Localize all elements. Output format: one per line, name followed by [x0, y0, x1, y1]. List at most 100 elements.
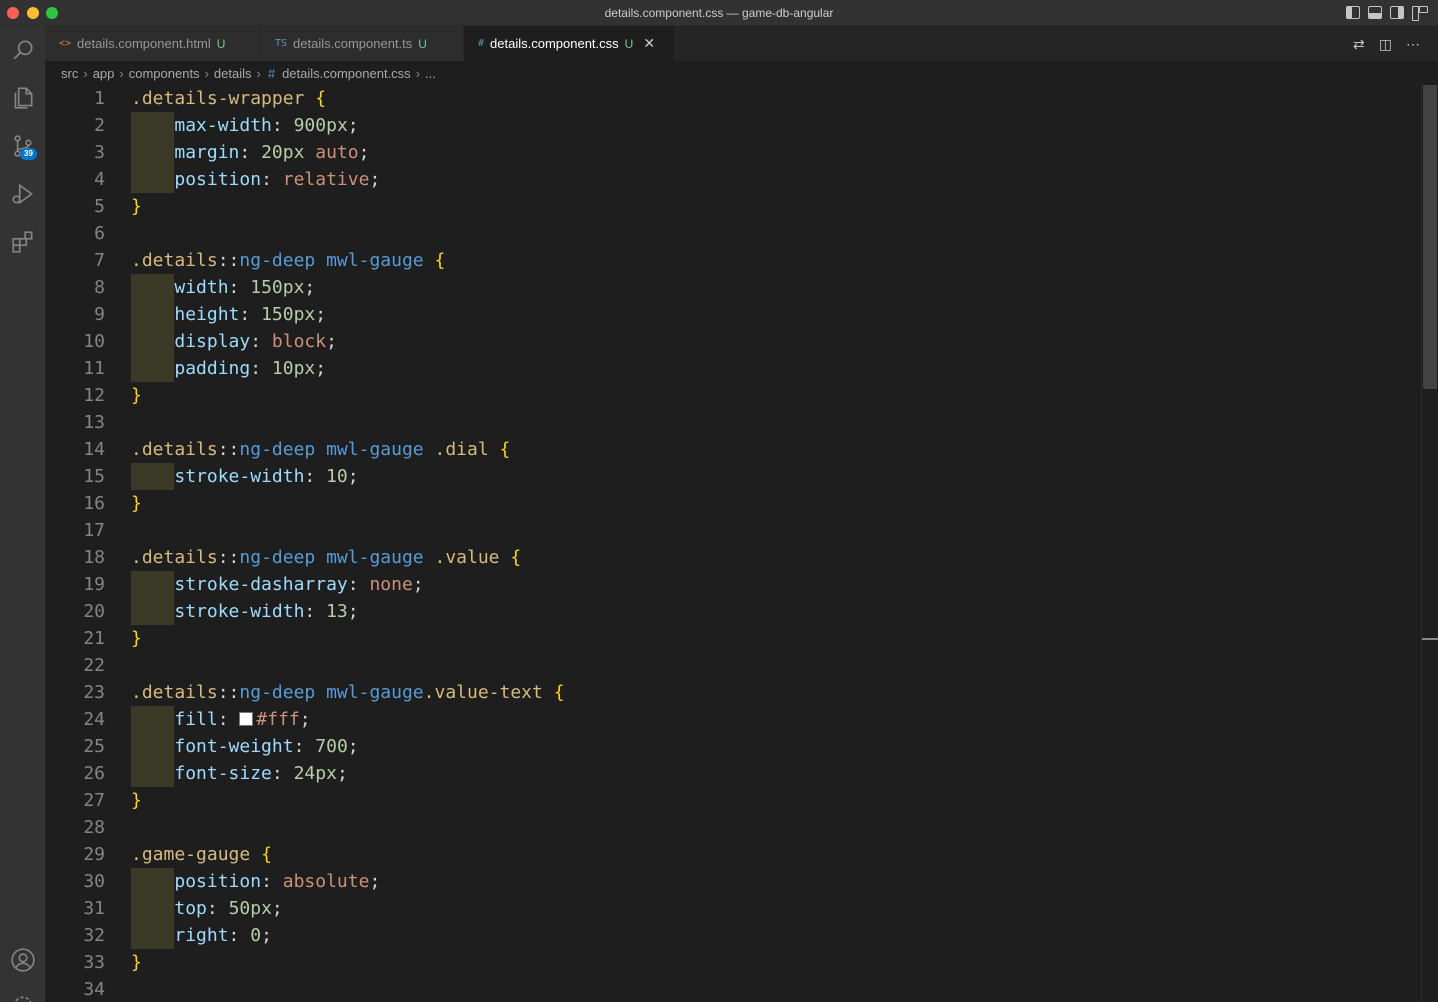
code-text: width: 150px; [131, 274, 315, 301]
editor-scrollbar[interactable] [1421, 85, 1438, 1002]
open-changes-icon[interactable]: ⇄ [1353, 36, 1365, 53]
breadcrumb-item[interactable]: app [93, 66, 115, 81]
code-line[interactable]: 22 [45, 652, 1421, 679]
code-line[interactable]: 6 [45, 220, 1421, 247]
code-token: ; [412, 574, 424, 595]
code-line[interactable]: 10 display: block; [45, 328, 1421, 355]
code-line[interactable]: 23 .details::ng-deep mwl-gauge.value-text… [45, 679, 1421, 706]
tab-details-component-ts[interactable]: TS details.component.ts U [261, 26, 464, 61]
gear-icon[interactable] [0, 984, 45, 1002]
code-line[interactable]: 3 margin: 20px auto; [45, 139, 1421, 166]
code-text: max-width: 900px; [131, 112, 358, 139]
code-token: : [304, 466, 327, 487]
code-line[interactable]: 5} [45, 193, 1421, 220]
code-line[interactable]: 12} [45, 382, 1421, 409]
line-number: 30 [83, 871, 105, 892]
breadcrumb-trail[interactable]: ... [425, 66, 436, 81]
code-text: position: relative; [131, 166, 380, 193]
code-text: .details::ng-deep mwl-gauge.value-text { [131, 679, 565, 706]
code-line[interactable]: 8 width: 150px; [45, 274, 1421, 301]
run-debug-icon[interactable] [0, 172, 45, 216]
code-text: stroke-width: 13; [131, 598, 358, 625]
more-actions-icon[interactable]: ⋯ [1406, 36, 1420, 53]
code-line[interactable]: 14 .details::ng-deep mwl-gauge .dial { [45, 436, 1421, 463]
search-icon[interactable] [0, 28, 45, 72]
css-file-icon: # [478, 38, 485, 49]
code-line[interactable]: 19 stroke-dasharray: none; [45, 571, 1421, 598]
toggle-primary-sidebar-icon[interactable] [1346, 6, 1360, 19]
code-line[interactable]: 15 stroke-width: 10; [45, 463, 1421, 490]
code-token: stroke-dasharray [174, 574, 348, 595]
tab-details-component-css[interactable]: # details.component.css U ✕ [464, 26, 675, 61]
code-token: 0 [250, 925, 262, 946]
code-line[interactable]: 26 font-size: 24px; [45, 760, 1421, 787]
code-line[interactable]: 20 stroke-width: 13; [45, 598, 1421, 625]
code-editor[interactable]: 1 .details-wrapper {2 max-width: 900px; 3 … [45, 85, 1421, 1002]
code-line[interactable]: 18 .details::ng-deep mwl-gauge .value { [45, 544, 1421, 571]
css-file-icon: # [267, 65, 276, 81]
tab-label: details.component.ts [293, 36, 413, 51]
code-token: : [228, 277, 251, 298]
code-token: none [369, 574, 413, 595]
line-number: 19 [83, 574, 105, 595]
code-token: : [239, 142, 262, 163]
chevron-right-icon: › [256, 65, 261, 81]
breadcrumb-file[interactable]: details.component.css [282, 66, 411, 81]
code-line[interactable]: 7 .details::ng-deep mwl-gauge { [45, 247, 1421, 274]
code-line[interactable]: 1 .details-wrapper { [45, 85, 1421, 112]
toggle-panel-icon[interactable] [1368, 6, 1382, 19]
split-editor-icon[interactable]: ◫ [1379, 36, 1392, 53]
code-token: ng-deep [239, 682, 316, 703]
line-number: 34 [83, 979, 105, 1000]
code-line[interactable]: 11 padding: 10px; [45, 355, 1421, 382]
code-line[interactable]: 24 fill: #fff; [45, 706, 1421, 733]
code-line[interactable]: 34 [45, 976, 1421, 1002]
tab-modified-indicator: U [418, 36, 427, 51]
code-line[interactable]: 33} [45, 949, 1421, 976]
files-icon[interactable] [0, 76, 45, 120]
code-line[interactable]: 25 font-weight: 700; [45, 733, 1421, 760]
toggle-secondary-sidebar-icon[interactable] [1390, 6, 1404, 19]
code-line[interactable]: 16} [45, 490, 1421, 517]
code-token: { [434, 250, 446, 271]
code-line[interactable]: 28 [45, 814, 1421, 841]
code-line[interactable]: 13 [45, 409, 1421, 436]
code-line[interactable]: 31 top: 50px; [45, 895, 1421, 922]
code-token: .value-text [423, 682, 543, 703]
source-control-icon[interactable]: 39 [0, 124, 45, 168]
close-tab-icon[interactable]: ✕ [643, 35, 655, 52]
code-token: : [228, 925, 251, 946]
code-line[interactable]: 2 max-width: 900px; [45, 112, 1421, 139]
color-swatch[interactable] [239, 712, 254, 726]
breadcrumb-item[interactable]: components [129, 66, 200, 81]
code-line[interactable]: 9 height: 150px; [45, 301, 1421, 328]
code-line[interactable]: 4 position: relative; [45, 166, 1421, 193]
extensions-icon[interactable] [0, 220, 45, 264]
layout-controls [1346, 6, 1428, 21]
breadcrumb-item[interactable]: details [214, 66, 252, 81]
code-line[interactable]: 29 .game-gauge { [45, 841, 1421, 868]
code-line[interactable]: 17 [45, 517, 1421, 544]
code-token: mwl-gauge [326, 547, 424, 568]
tab-details-component-html[interactable]: <> details.component.html U [45, 26, 261, 61]
breadcrumb-item[interactable]: src [61, 66, 78, 81]
scrollbar-thumb[interactable] [1423, 85, 1437, 389]
code-text: .details-wrapper { [131, 85, 326, 112]
line-number: 11 [83, 358, 105, 379]
code-line[interactable]: 27} [45, 787, 1421, 814]
code-line[interactable]: 21} [45, 625, 1421, 652]
code-line[interactable]: 32 right: 0; [45, 922, 1421, 949]
code-token: .game-gauge [131, 844, 251, 865]
line-number: 32 [83, 925, 105, 946]
account-icon[interactable] [0, 938, 45, 982]
editor-actions: ⇄ ◫ ⋯ [1353, 36, 1420, 53]
customize-layout-icon[interactable] [1412, 6, 1428, 21]
code-token: } [131, 196, 142, 217]
code-token: ; [369, 169, 381, 190]
code-line[interactable]: 30 position: absolute; [45, 868, 1421, 895]
